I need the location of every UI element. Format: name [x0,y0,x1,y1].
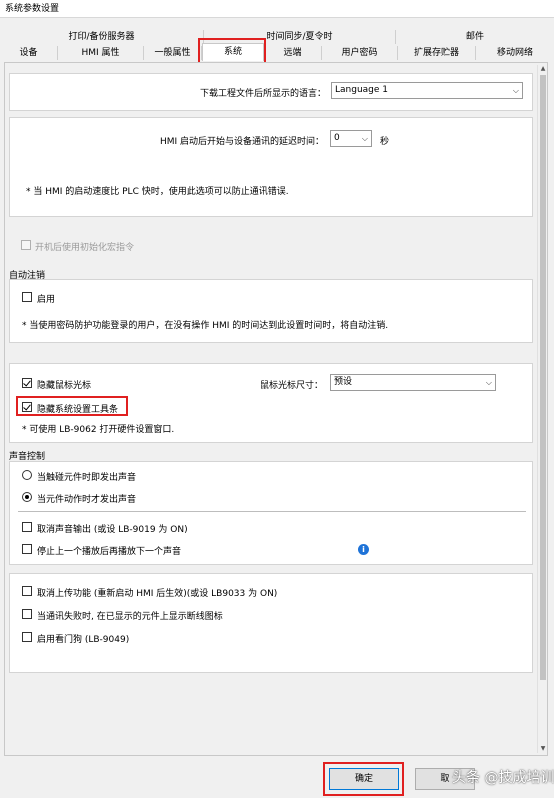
chevron-down-icon: ⌵ [512,86,519,95]
sequential-sound-label: 停止上一个播放后再播放下一个声音 [37,547,182,557]
info-icon[interactable]: i [358,544,369,555]
tab-print-backup-server[interactable]: 打印/备份服务器 [0,30,204,44]
language-label: 下载工程文件后所显示的语言： [200,89,327,99]
comm-delay-panel: HMI 启动后开始与设备通讯的延迟时间： 0 ⌵ 秒 * 当 HMI 的启动速度… [9,117,533,217]
auto-logout-note: * 当使用密码防护功能登录的用户，在没有操作 HMI 的时间达到此设置时间时，将… [22,321,389,331]
scroll-up-icon[interactable]: ▲ [539,65,547,73]
tab-device[interactable]: 设备 [0,46,58,60]
tab-general-properties[interactable]: 一般属性 [144,46,202,60]
language-select[interactable]: Language 1 ⌵ [331,82,523,99]
comm-delay-select[interactable]: 0 ⌵ [330,130,372,147]
sound-on-action-label: 当元件动作时才发出声音 [37,495,137,505]
sound-panel: 当触碰元件时即发出声音 当元件动作时才发出声音 取消声音输出 (或设 LB-90… [9,461,533,565]
window-title: 系统参数设置 [0,0,554,18]
hide-cursor-checkbox[interactable] [22,378,32,388]
system-settings-content: ▲ ▼ 下载工程文件后所显示的语言： Language 1 ⌵ HMI 启动后开… [4,62,548,756]
comm-delay-unit: 秒 [380,137,390,147]
disable-upload-label: 取消上传功能 (重新启动 HMI 后生效)(或设 LB9033 为 ON) [37,589,278,599]
language-value: Language 1 [335,85,389,95]
chevron-down-icon: ⌵ [361,134,368,143]
comm-delay-note: * 当 HMI 的启动速度比 PLC 快时，使用此选项可以防止通讯错误. [26,187,289,197]
tab-hmi-properties[interactable]: HMI 属性 [58,46,144,60]
watermark: 头条 @技成培训 [452,770,554,786]
misc-options-panel: 取消上传功能 (重新启动 HMI 后生效)(或设 LB9033 为 ON) 当通… [9,573,533,673]
cursor-size-label: 鼠标光标尺寸： [260,381,324,391]
hardware-settings-note: * 可使用 LB-9062 打开硬件设置窗口. [22,425,175,435]
mute-sound-checkbox[interactable] [22,522,32,532]
tab-user-password[interactable]: 用户密码 [322,46,398,60]
sequential-sound-checkbox[interactable] [22,544,32,554]
mute-sound-label: 取消声音输出 (或设 LB-9019 为 ON) [37,525,188,535]
disconnect-icon-label: 当通讯失败时, 在已显示的元件上显示断线图标 [37,612,223,622]
tab-extended-memory[interactable]: 扩展存贮器 [398,46,476,60]
auto-logout-enable-label: 启用 [37,295,56,305]
watchdog-checkbox[interactable] [22,632,32,642]
sound-on-action-radio[interactable] [22,492,32,502]
vertical-scrollbar[interactable]: ▲ ▼ [537,65,547,753]
cursor-size-select[interactable]: 预设 ⌵ [330,374,496,391]
language-panel: 下载工程文件后所显示的语言： Language 1 ⌵ [9,73,533,111]
sound-on-touch-label: 当触碰元件时即发出声音 [37,473,137,483]
init-macro-label: 开机后使用初始化宏指令 [35,243,135,253]
hide-toolbar-highlight [16,396,128,416]
tab-row-2: 设备 HMI 属性 一般属性 系统 远端 用户密码 扩展存贮器 移动网络 [0,43,554,61]
chevron-down-icon: ⌵ [485,378,492,387]
comm-delay-label: HMI 启动后开始与设备通讯的延迟时间： [160,137,325,147]
cursor-size-value: 预设 [334,377,353,387]
auto-logout-enable-checkbox[interactable] [22,292,32,302]
tab-email[interactable]: 邮件 [396,30,554,44]
scroll-down-icon[interactable]: ▼ [539,745,547,753]
sound-on-touch-radio[interactable] [22,470,32,480]
tab-mobile-network[interactable]: 移动网络 [476,46,554,60]
sound-divider [18,511,526,512]
disable-upload-checkbox[interactable] [22,586,32,596]
scroll-thumb[interactable] [540,75,546,680]
tab-remote[interactable]: 远端 [264,46,322,60]
auto-logout-panel: 启用 * 当使用密码防护功能登录的用户，在没有操作 HMI 的时间达到此设置时间… [9,279,533,343]
comm-delay-value: 0 [334,133,340,143]
hide-cursor-label: 隐藏鼠标光标 [37,381,92,391]
tab-row-1: 打印/备份服务器 时间同步/夏令时 邮件 [0,30,554,44]
init-macro-checkbox[interactable] [21,240,31,250]
disconnect-icon-checkbox[interactable] [22,609,32,619]
watchdog-label: 启用看门狗 (LB-9049) [37,635,130,645]
ok-button-highlight [323,762,404,796]
